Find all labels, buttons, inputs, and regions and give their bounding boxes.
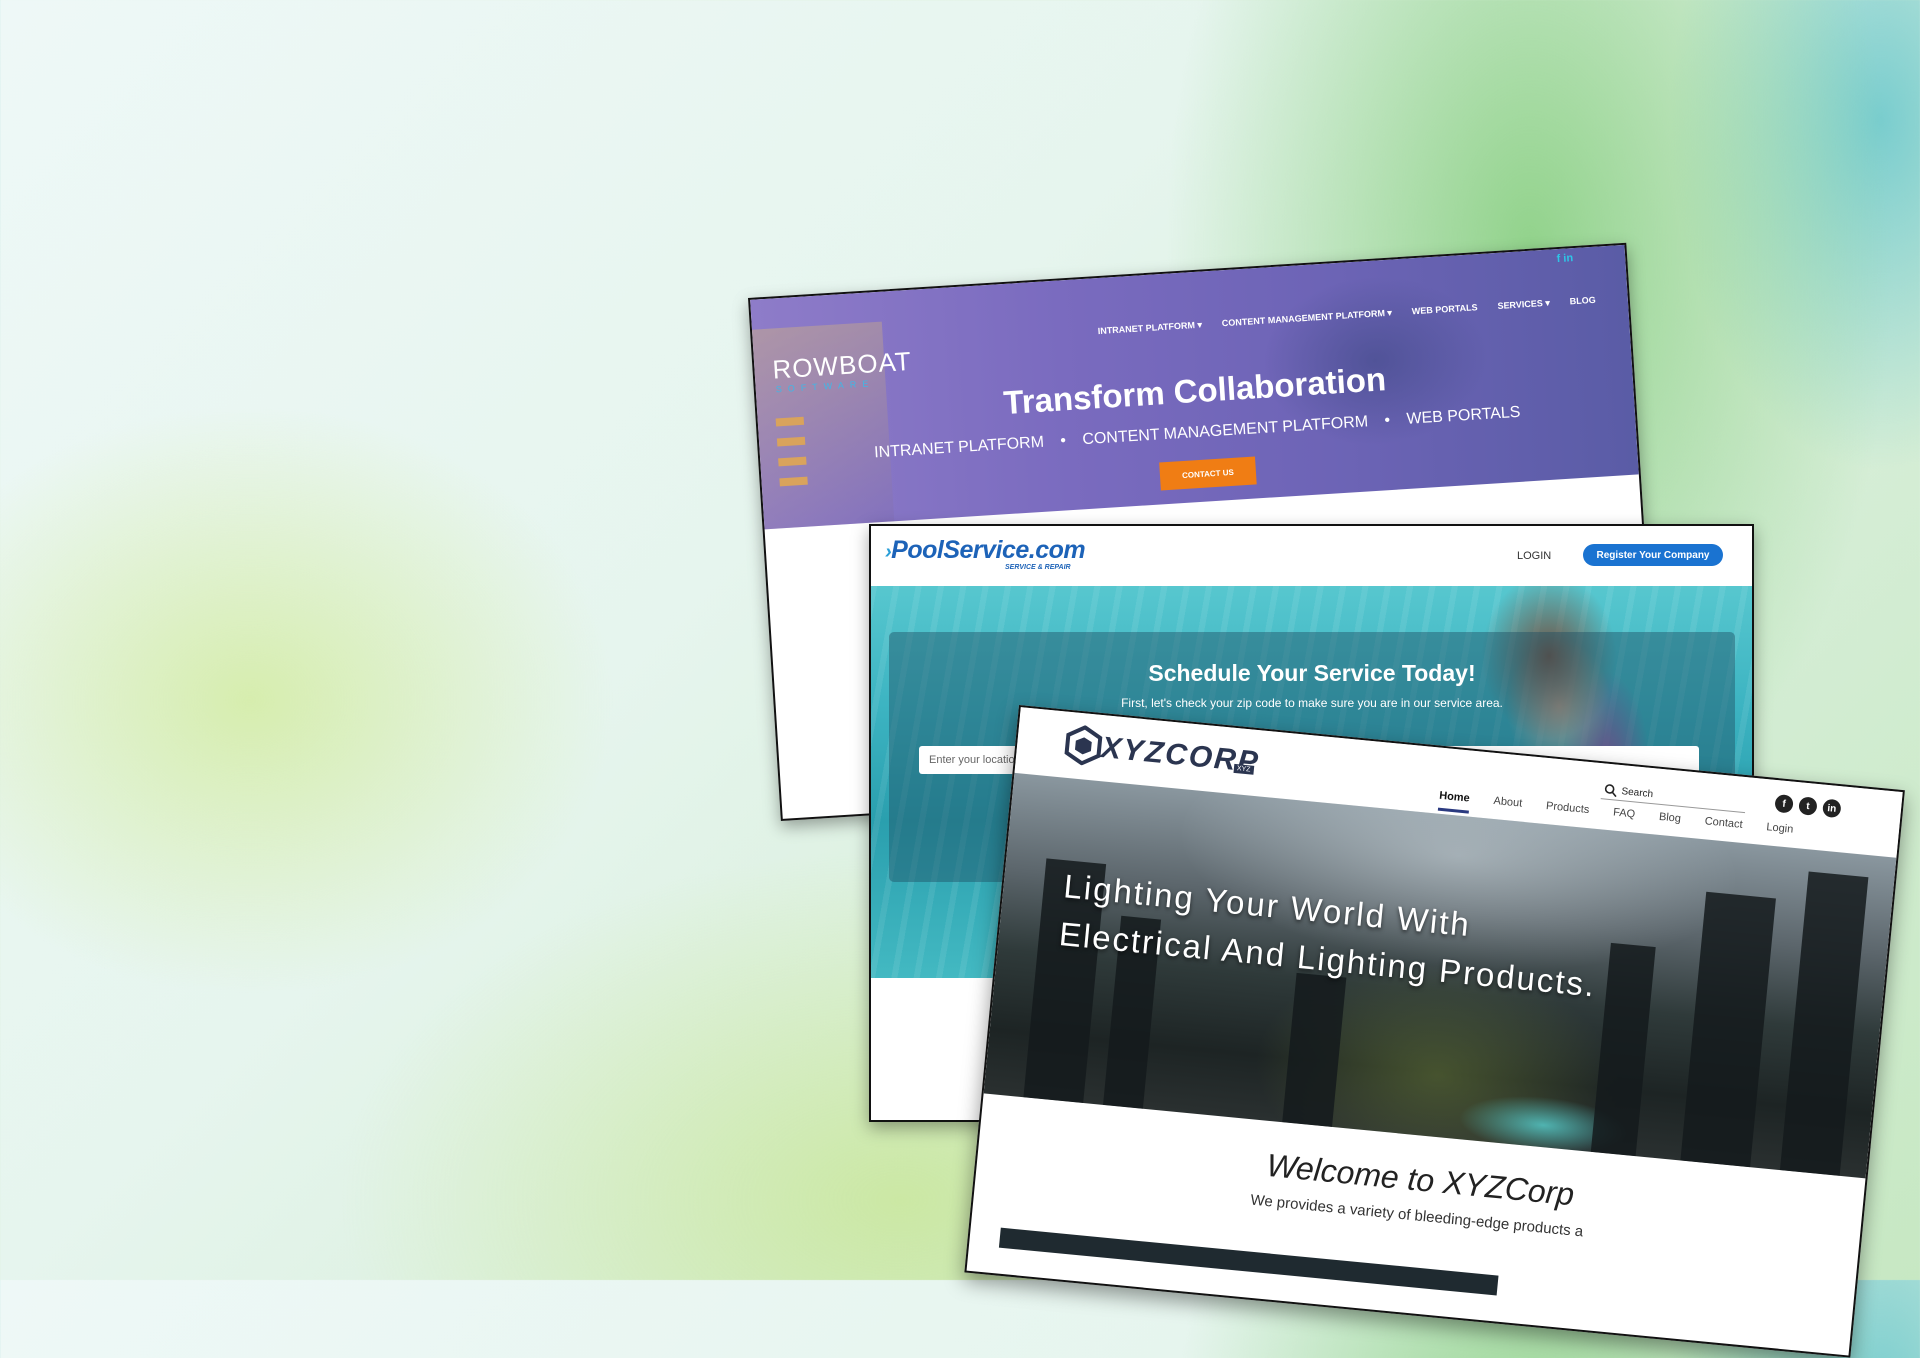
- poolservice-logo-subtitle: SERVICE & REPAIR: [1005, 564, 1071, 571]
- rowboat-social-icons[interactable]: f in: [1556, 252, 1573, 265]
- register-company-button[interactable]: Register Your Company: [1583, 544, 1723, 566]
- contact-us-button[interactable]: CONTACT US: [1159, 456, 1257, 491]
- city-tower: [1282, 972, 1347, 1127]
- subtitle-item: INTRANET PLATFORM: [873, 433, 1045, 462]
- rowboat-hero: ROWBOAT SOFTWARE f in INTRANET PLATFORM …: [750, 244, 1639, 530]
- nav-about[interactable]: About: [1492, 795, 1523, 819]
- xyz-hero-title: Lighting Your World With Electrical And …: [1057, 862, 1763, 1025]
- nav-blog[interactable]: Blog: [1658, 811, 1681, 834]
- schedule-title: Schedule Your Service Today!: [1148, 660, 1476, 686]
- content-strip: [998, 1227, 1499, 1296]
- linkedin-icon[interactable]: in: [1563, 252, 1574, 265]
- nav-web-portals[interactable]: WEB PORTALS: [1412, 302, 1478, 317]
- nav-blog[interactable]: BLOG: [1569, 295, 1596, 308]
- twitter-icon[interactable]: t: [1798, 796, 1818, 816]
- xyzcorp-cube-icon[interactable]: [1062, 724, 1106, 768]
- nav-login[interactable]: Login: [1765, 821, 1794, 844]
- linkedin-icon[interactable]: in: [1822, 798, 1842, 819]
- nav-services[interactable]: SERVICES ▾: [1497, 298, 1550, 312]
- subtitle-item: CONTENT MANAGEMENT PLATFORM: [1081, 413, 1369, 449]
- xyz-social-icons: f t in: [1774, 793, 1842, 819]
- login-link[interactable]: LOGIN: [1517, 550, 1551, 562]
- schedule-text: First, let's check your zip code to make…: [1121, 696, 1503, 710]
- facebook-icon[interactable]: f: [1774, 793, 1794, 814]
- rowboat-nav: INTRANET PLATFORM ▾ CONTENT MANAGEMENT P…: [1097, 295, 1596, 337]
- nav-content-management-platform[interactable]: CONTENT MANAGEMENT PLATFORM ▾: [1222, 308, 1393, 330]
- nav-intranet-platform[interactable]: INTRANET PLATFORM ▾: [1097, 320, 1202, 338]
- pool-header: ›PoolService.com SERVICE & REPAIR LOGIN …: [871, 526, 1752, 586]
- xyzcorp-logo-tag: XYZ: [1233, 763, 1254, 775]
- subtitle-separator: •: [1059, 432, 1067, 450]
- xyzcorp-site-screenshot: XYZCORP XYZ f t in Home About Products F…: [964, 705, 1905, 1358]
- city-tower: [1779, 871, 1869, 1176]
- nav-faq[interactable]: FAQ: [1612, 806, 1636, 829]
- subtitle-item: WEB PORTALS: [1406, 403, 1521, 428]
- subtitle-separator: •: [1383, 411, 1391, 430]
- poolservice-logo[interactable]: ›PoolService.com: [885, 536, 1086, 565]
- nav-products[interactable]: Products: [1545, 800, 1589, 825]
- nav-contact[interactable]: Contact: [1703, 815, 1743, 840]
- nav-home[interactable]: Home: [1437, 789, 1471, 814]
- facebook-icon[interactable]: f: [1556, 253, 1560, 265]
- poolservice-logo-text: PoolService.com: [891, 536, 1086, 564]
